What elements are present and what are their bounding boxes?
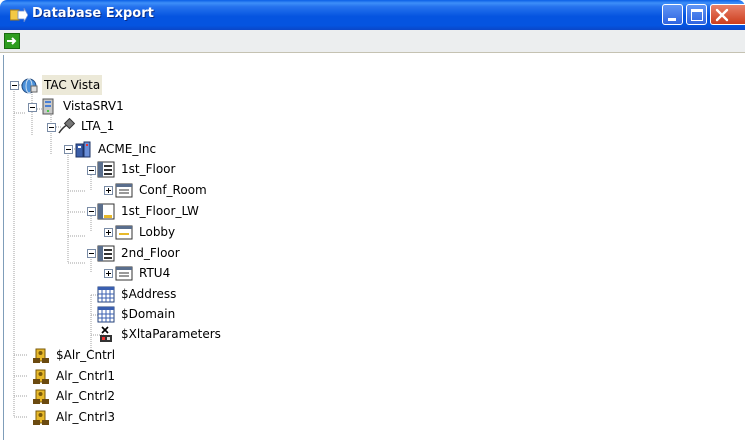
grid-table-icon <box>97 286 115 303</box>
tree-node-label: VistaSRV1 <box>63 99 124 113</box>
device-panel-icon <box>115 225 133 240</box>
window-title: Database Export <box>32 6 154 21</box>
grid-table-icon <box>97 306 115 323</box>
maximize-button[interactable] <box>686 4 707 25</box>
globe-network-icon <box>21 78 38 94</box>
alarm-control-icon <box>33 369 49 384</box>
device-panel-icon <box>115 183 133 198</box>
tree-node-label: $Alr_Cntrl <box>56 348 116 362</box>
collapse-toggle[interactable] <box>87 249 96 258</box>
controller-module-icon <box>97 161 115 178</box>
tree-node-label: TAC Vista <box>42 75 103 95</box>
tree-node-label: RTU4 <box>139 266 171 280</box>
tree-node-label: LTA_1 <box>81 119 115 133</box>
minimize-button[interactable] <box>662 4 683 25</box>
collapse-toggle[interactable] <box>64 145 73 154</box>
tree-node-label: $Domain <box>121 307 176 321</box>
title-bar[interactable]: Database Export <box>0 0 745 30</box>
tree-node-label: ACME_Inc <box>98 142 157 156</box>
minimize-icon <box>668 18 676 21</box>
close-button[interactable] <box>710 4 745 25</box>
toolbar <box>0 30 745 53</box>
tree-node-label: Lobby <box>139 225 176 239</box>
tree-node-label: 1st_Floor <box>121 162 176 176</box>
database-export-window: Database Export TAC Vista VistaSRV1 LTA_… <box>0 0 745 440</box>
tree-node-label: 2nd_Floor <box>121 246 180 260</box>
tree-node-label: $Address <box>121 287 177 301</box>
collapse-toggle[interactable] <box>28 103 37 112</box>
server-icon <box>42 98 54 115</box>
tree-node-label: 1st_Floor_LW <box>121 204 199 218</box>
tree-node-label: $XltaParameters <box>121 327 221 341</box>
alarm-control-icon <box>33 348 49 363</box>
expand-toggle[interactable] <box>104 269 113 278</box>
maximize-icon <box>691 9 703 21</box>
device-panel-icon <box>115 266 133 281</box>
collapse-toggle[interactable] <box>87 166 96 175</box>
expand-toggle[interactable] <box>104 186 113 195</box>
database-export-icon <box>10 8 28 22</box>
tree-node-label: Conf_Room <box>139 183 207 197</box>
tree-node-label: Alr_Cntrl3 <box>56 410 116 424</box>
controller-module-icon <box>97 245 115 262</box>
alarm-control-icon <box>33 410 49 425</box>
alarm-control-icon <box>33 389 49 404</box>
tree-view[interactable]: TAC Vista VistaSRV1 LTA_1 ACME_Inc 1st_F… <box>3 55 745 440</box>
green-arrow-right-icon[interactable] <box>4 33 20 49</box>
close-icon <box>715 8 729 22</box>
expand-toggle[interactable] <box>104 228 113 237</box>
collapse-toggle[interactable] <box>10 81 19 90</box>
network-device-icon <box>75 141 91 158</box>
settings-x-icon <box>100 326 112 342</box>
collapse-toggle[interactable] <box>47 123 56 132</box>
tree-node-label: Alr_Cntrl2 <box>56 389 116 403</box>
controller-module-icon <box>97 203 115 220</box>
cable-plug-icon <box>58 118 75 134</box>
collapse-toggle[interactable] <box>87 207 96 216</box>
tree-node-label: Alr_Cntrl1 <box>56 369 116 383</box>
